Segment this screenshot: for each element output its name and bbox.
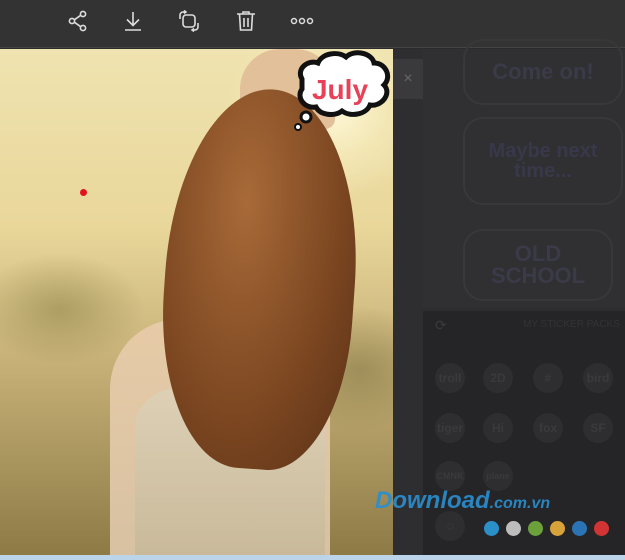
watermark: Download.com.vn bbox=[375, 487, 551, 514]
sticker-list: Come on! Maybe next time... OLD SCHOOL bbox=[423, 39, 625, 307]
refresh-icon[interactable]: ⟳ bbox=[435, 317, 447, 334]
pack-icon[interactable]: SF bbox=[583, 413, 613, 443]
sticker-item[interactable]: Come on! bbox=[463, 39, 623, 105]
packs-title: MY STICKER PACKS bbox=[523, 319, 620, 330]
close-icon: × bbox=[403, 70, 413, 87]
color-swatch[interactable] bbox=[528, 521, 543, 536]
color-swatch[interactable] bbox=[572, 521, 587, 536]
rotate-icon bbox=[179, 9, 199, 33]
emoji-icon[interactable]: ☺ bbox=[435, 511, 465, 541]
pack-icon[interactable]: troll bbox=[435, 363, 465, 393]
pack-icon[interactable]: fox bbox=[533, 413, 563, 443]
color-swatch[interactable] bbox=[550, 521, 565, 536]
sticker-text: July bbox=[312, 74, 368, 105]
share-icon bbox=[68, 10, 87, 32]
download-button[interactable] bbox=[118, 8, 148, 34]
sticker-packs: ⟳ MY STICKER PACKS troll 2D # bird tiger… bbox=[423, 311, 625, 555]
trash-icon bbox=[237, 11, 255, 31]
july-sticker[interactable]: July bbox=[288, 49, 392, 131]
sticker-panel: × Come on! Maybe next time... OLD SCHOOL… bbox=[393, 39, 625, 555]
color-swatch[interactable] bbox=[484, 521, 499, 536]
delete-button[interactable] bbox=[231, 8, 261, 34]
pack-icon[interactable]: tiger bbox=[435, 413, 465, 443]
photo-canvas[interactable]: July bbox=[0, 49, 393, 555]
red-marker bbox=[80, 189, 87, 196]
download-icon bbox=[125, 12, 141, 31]
color-swatch[interactable] bbox=[594, 521, 609, 536]
pack-icon[interactable]: # bbox=[533, 363, 563, 393]
color-swatch[interactable] bbox=[506, 521, 521, 536]
pack-icon[interactable]: bird bbox=[583, 363, 613, 393]
close-panel-button[interactable]: × bbox=[393, 59, 423, 99]
sticker-item[interactable]: OLD SCHOOL bbox=[463, 229, 613, 301]
more-icon bbox=[290, 17, 314, 25]
bottom-bar bbox=[0, 555, 625, 560]
rotate-button[interactable] bbox=[174, 8, 204, 34]
share-button[interactable] bbox=[63, 8, 93, 34]
more-button[interactable] bbox=[287, 8, 317, 34]
pack-icon[interactable]: Hi bbox=[483, 413, 513, 443]
pack-icon[interactable]: 2D bbox=[483, 363, 513, 393]
sticker-item[interactable]: Maybe next time... bbox=[463, 117, 623, 205]
